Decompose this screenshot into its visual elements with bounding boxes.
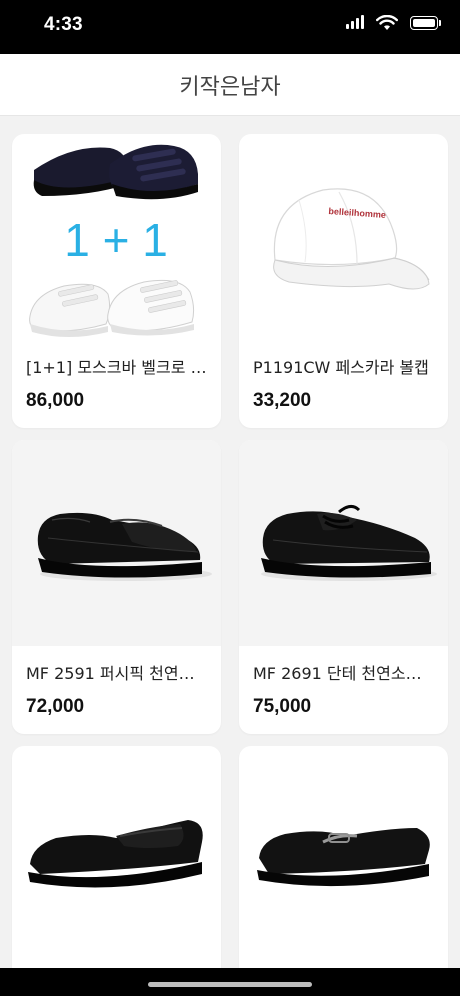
wifi-icon bbox=[376, 15, 398, 30]
product-image-bit-loafer bbox=[239, 746, 448, 952]
white-cap-image bbox=[273, 188, 430, 290]
home-indicator-area bbox=[0, 968, 460, 996]
black-bit-loafer-image bbox=[257, 828, 430, 887]
black-loafer-image bbox=[37, 512, 212, 581]
product-name: MF 2591 퍼시픽 천연소가죽 로퍼 bbox=[26, 664, 208, 683]
product-name: MF 2691 단테 천연소가죽 더비 bbox=[253, 664, 435, 683]
product-price: 33,200 bbox=[253, 390, 312, 411]
promo-badge-text: 1 + 1 bbox=[64, 214, 168, 266]
product-image-loafer-2 bbox=[12, 746, 221, 952]
product-name: [1+1] 모스크바 벨크로 스니커즈 bbox=[26, 358, 208, 377]
product-card[interactable]: MF 2691 단테 천연소가죽 더비 75,000 bbox=[239, 440, 448, 734]
black-derby-image bbox=[261, 505, 437, 581]
product-image-velcro-sneakers: 1 + 1 bbox=[12, 134, 221, 340]
product-card[interactable]: MF 2591 퍼시픽 천연소가죽 로퍼 72,000 bbox=[12, 440, 221, 734]
product-price: 75,000 bbox=[253, 696, 312, 717]
product-image-ball-cap: belleilhomme bbox=[239, 134, 448, 340]
navigation-bar: 키작은남자 bbox=[0, 54, 460, 116]
product-name: P1191CW 페스카라 볼캡 bbox=[253, 358, 429, 377]
product-list[interactable]: 1 + 1 [1+1] 모스크바 벨크로 스니커즈 bbox=[0, 116, 460, 968]
home-indicator[interactable] bbox=[148, 982, 312, 987]
product-image-derby bbox=[239, 440, 448, 646]
product-price: 86,000 bbox=[26, 390, 85, 411]
page-title: 키작은남자 bbox=[179, 74, 281, 100]
product-grid: 1 + 1 [1+1] 모스크바 벨크로 스니커즈 bbox=[12, 134, 448, 968]
product-price: 72,000 bbox=[26, 696, 85, 717]
status-time: 4:33 bbox=[44, 14, 83, 35]
product-card[interactable] bbox=[12, 746, 221, 968]
product-card[interactable]: 1 + 1 [1+1] 모스크바 벨크로 스니커즈 bbox=[12, 134, 221, 428]
black-sneaker-image bbox=[33, 144, 198, 200]
battery-icon bbox=[410, 16, 441, 30]
white-sneaker-image bbox=[29, 279, 195, 337]
product-card[interactable]: belleilhomme P1191CW 페스카라 볼캡 33,200 bbox=[239, 134, 448, 428]
status-bar: 4:33 bbox=[0, 0, 460, 54]
cellular-signal-icon bbox=[346, 15, 368, 31]
product-image-loafer bbox=[12, 440, 221, 646]
product-card[interactable] bbox=[239, 746, 448, 968]
status-icons bbox=[346, 15, 441, 31]
black-loafer-image bbox=[28, 820, 203, 888]
